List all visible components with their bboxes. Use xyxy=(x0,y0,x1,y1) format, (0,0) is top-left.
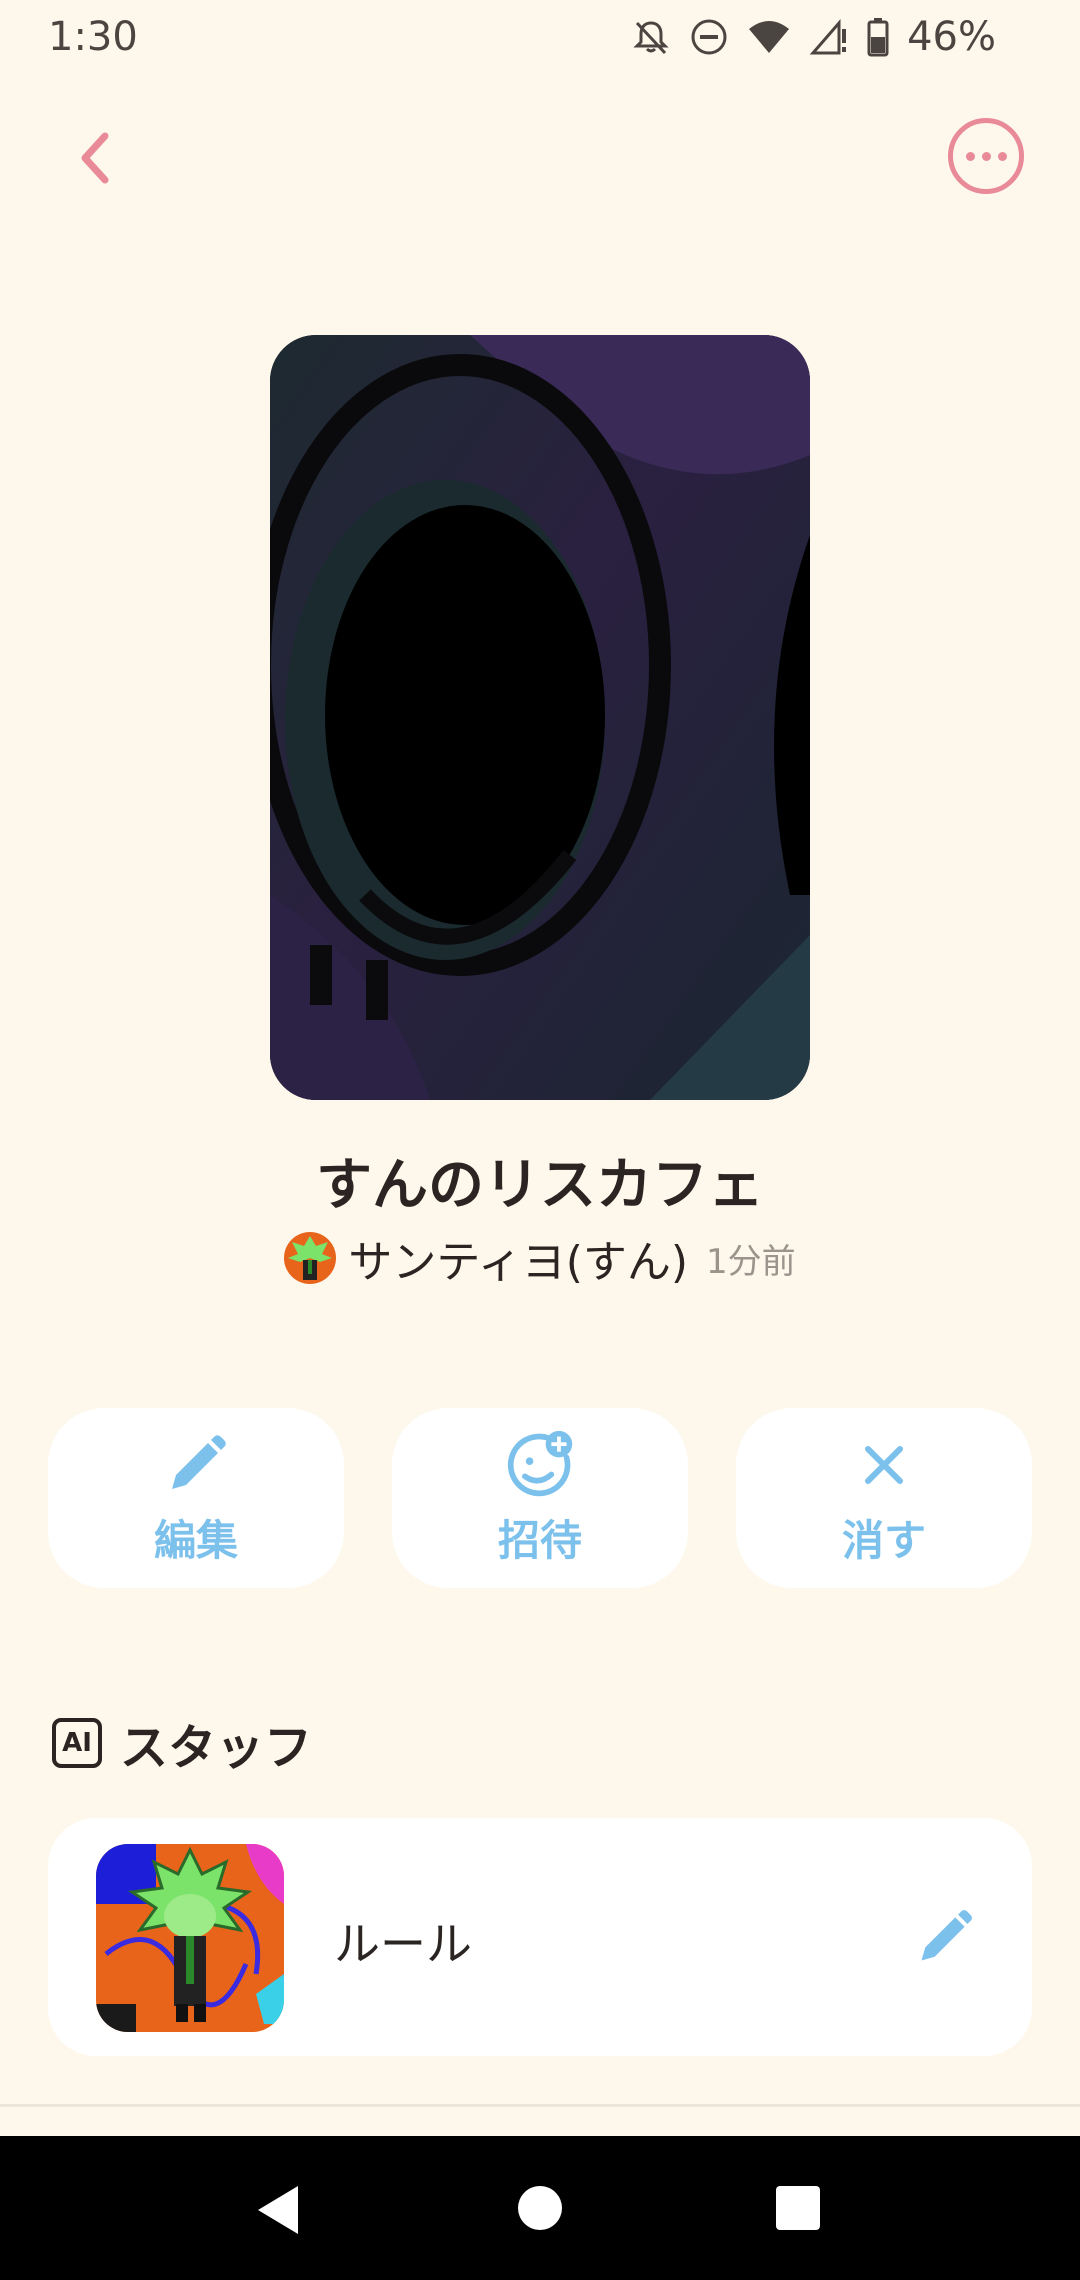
more-options-button[interactable] xyxy=(948,118,1024,194)
signal-icon xyxy=(809,17,849,57)
nav-recents-icon[interactable] xyxy=(776,2186,820,2230)
owner-name[interactable]: サンティヨ(すん) xyxy=(348,1226,688,1290)
more-dot xyxy=(981,151,991,161)
staff-edit-button[interactable] xyxy=(908,1902,980,1974)
pencil-icon xyxy=(160,1429,232,1501)
battery-icon xyxy=(867,17,889,57)
owner-avatar[interactable] xyxy=(284,1232,337,1284)
owner-row[interactable]: サンティヨ(すん) 1分前 xyxy=(0,1226,1080,1290)
updated-time: 1分前 xyxy=(706,1241,796,1282)
wifi-icon xyxy=(747,17,791,57)
edit-label: 編集 xyxy=(153,1515,238,1565)
nav-home-icon[interactable] xyxy=(518,2186,562,2230)
staff-avatar xyxy=(96,1844,284,2032)
divider xyxy=(0,2104,1080,2107)
staff-section-header: AI スタッフ xyxy=(52,1708,312,1778)
chevron-left-icon xyxy=(81,132,109,184)
bell-off-icon xyxy=(631,17,671,57)
status-bar: 1:30 46% xyxy=(0,0,1080,76)
system-nav-bar xyxy=(0,2136,1080,2280)
close-icon xyxy=(848,1429,920,1501)
more-dot xyxy=(965,151,975,161)
invite-label: 招待 xyxy=(497,1515,582,1565)
staff-section-title: スタッフ xyxy=(120,1720,313,1776)
ai-badge: AI xyxy=(52,1718,102,1768)
room-title: すんのリスカフェ xyxy=(316,1153,764,1218)
delete-label: 消す xyxy=(841,1515,926,1565)
action-buttons: 編集 招待 消す xyxy=(48,1408,1032,1588)
room-detail-screen: 1:30 46% すんのリスカフェ サンティヨ(すん) 1分前 編集 招待 消す… xyxy=(0,0,1080,2280)
staff-name: ルール xyxy=(334,1917,472,1971)
more-dot xyxy=(997,151,1007,161)
staff-card[interactable]: ルール xyxy=(48,1818,1032,2056)
invite-button[interactable]: 招待 xyxy=(392,1408,688,1588)
pencil-icon xyxy=(921,1910,972,1961)
battery-percent: 46% xyxy=(907,14,996,60)
do-not-disturb-icon xyxy=(689,17,729,57)
edit-button[interactable]: 編集 xyxy=(48,1408,344,1588)
back-button[interactable] xyxy=(56,118,136,198)
add-friend-icon xyxy=(504,1429,576,1501)
status-time: 1:30 xyxy=(48,14,138,60)
status-icons: 46% xyxy=(631,14,996,60)
nav-back-icon[interactable] xyxy=(254,2184,302,2236)
room-cover-image[interactable] xyxy=(270,335,810,1100)
delete-button[interactable]: 消す xyxy=(736,1408,1032,1588)
